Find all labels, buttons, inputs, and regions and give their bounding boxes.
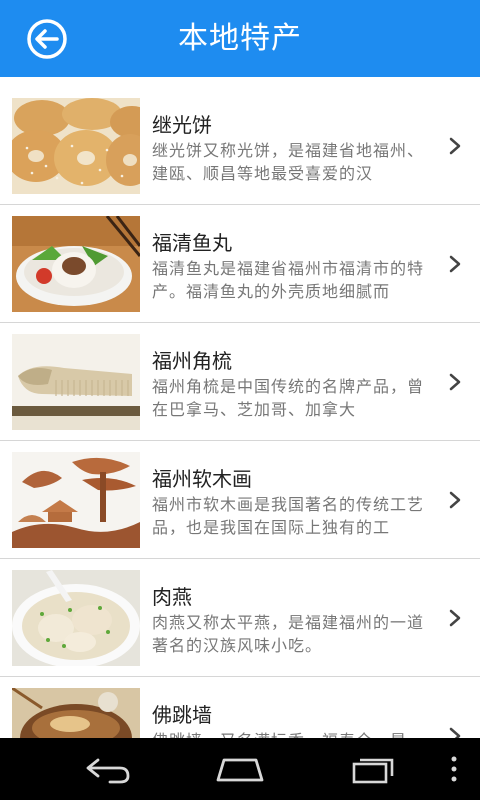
list-item-rouyan[interactable]: 肉燕 肉燕又称太平燕，是福建福州的一道著名的汉族风味小吃。	[0, 559, 480, 678]
item-name: 福清鱼丸	[152, 231, 232, 255]
item-thumbnail	[12, 334, 140, 430]
item-description: 福州角梳是中国传统的名牌产品，曾在巴拿马、芝加哥、加拿大	[152, 377, 425, 419]
item-description: 继光饼又称光饼，是福建省地福州、建瓯、顺昌等地最受喜爱的汉	[152, 141, 425, 183]
chevron-right-icon	[449, 727, 461, 738]
nav-home-button[interactable]	[212, 746, 268, 792]
list-item-fuzhou-cork-carving[interactable]: 福州软木画 福州市软木画是我国著名的传统工艺品，也是我国在国际上独有的工	[0, 441, 480, 560]
item-thumbnail	[12, 688, 140, 738]
recent-apps-icon	[352, 758, 394, 784]
chevron-right-icon	[449, 137, 461, 155]
item-description: 佛跳墙，又名满坛香、福寿全，是	[152, 729, 434, 738]
chevron-right-icon	[449, 373, 461, 391]
item-description: 福州市软木画是我国著名的传统工艺品，也是我国在国际上独有的工	[152, 495, 425, 537]
item-thumbnail	[12, 216, 140, 312]
nav-back-button[interactable]	[80, 746, 136, 792]
nav-menu-button[interactable]	[444, 746, 464, 792]
item-description: 肉燕又称太平燕，是福建福州的一道著名的汉族风味小吃。	[152, 613, 425, 655]
home-icon	[216, 758, 264, 782]
item-name: 佛跳墙	[152, 703, 212, 727]
back-arrow-icon	[86, 758, 130, 784]
item-thumbnail	[12, 452, 140, 548]
item-description: 福清鱼丸是福建省福州市福清市的特产。福清鱼丸的外壳质地细腻而	[152, 259, 425, 301]
item-thumbnail	[12, 98, 140, 194]
list-item-fuqing-fishball[interactable]: 福清鱼丸 福清鱼丸是福建省福州市福清市的特产。福清鱼丸的外壳质地细腻而	[0, 205, 480, 324]
specialty-list[interactable]: 继光饼 继光饼又称光饼，是福建省地福州、建瓯、顺昌等地最受喜爱的汉 福清鱼丸 福…	[0, 77, 480, 738]
list-item-fotiaoqiang[interactable]: 佛跳墙 佛跳墙，又名满坛香、福寿全，是	[0, 677, 480, 738]
overflow-menu-icon	[451, 756, 457, 782]
system-nav-bar	[0, 738, 480, 800]
chevron-right-icon	[449, 491, 461, 509]
item-name: 继光饼	[152, 113, 212, 137]
chevron-right-icon	[449, 255, 461, 273]
item-name: 福州角梳	[152, 349, 232, 373]
item-name: 福州软木画	[152, 467, 252, 491]
list-item-fuzhou-horn-comb[interactable]: 福州角梳 福州角梳是中国传统的名牌产品，曾在巴拿马、芝加哥、加拿大	[0, 323, 480, 442]
item-name: 肉燕	[152, 585, 192, 609]
list-item-jiguangbing[interactable]: 继光饼 继光饼又称光饼，是福建省地福州、建瓯、顺昌等地最受喜爱的汉	[0, 87, 480, 206]
nav-recents-button[interactable]	[346, 746, 402, 792]
app-header: 本地特产	[0, 0, 480, 77]
item-thumbnail	[12, 570, 140, 666]
chevron-right-icon	[449, 609, 461, 627]
page-title: 本地特产	[178, 21, 302, 56]
